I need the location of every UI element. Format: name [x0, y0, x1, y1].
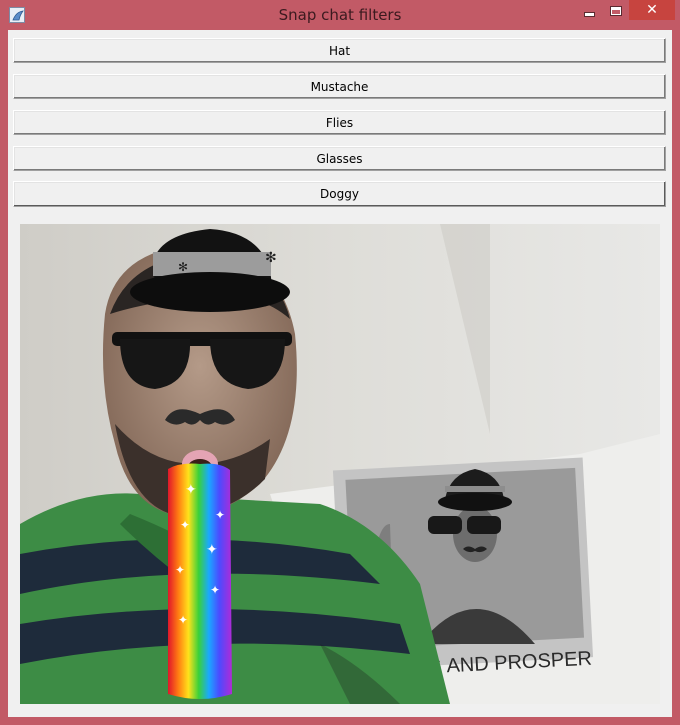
rainbow-filter: ✦ ✦ ✦ ✦ ✦ ✦ ✦	[168, 463, 232, 699]
hat-button[interactable]: Hat	[13, 38, 666, 63]
svg-text:✦: ✦	[178, 613, 188, 627]
flies-button[interactable]: Flies	[13, 110, 666, 135]
glasses-button[interactable]: Glasses	[13, 146, 666, 171]
client-area: Hat Mustache Flies Glasses Doggy NG AND …	[8, 30, 672, 717]
app-window: Snap chat filters ✕ Hat Mustache Flies G…	[0, 0, 680, 725]
mustache-button[interactable]: Mustache	[13, 74, 666, 99]
maximize-icon	[611, 7, 621, 15]
camera-feed: NG AND PROSPER ✻ ✻ ✦ ✦ ✦ ✦ ✦ ✦ ✦	[20, 224, 660, 704]
minimize-icon	[584, 12, 594, 16]
maximize-button[interactable]	[603, 0, 629, 22]
svg-text:✻: ✻	[178, 260, 188, 274]
svg-text:✦: ✦	[215, 508, 225, 522]
close-icon: ✕	[646, 2, 658, 18]
svg-text:✻: ✻	[265, 250, 277, 266]
svg-text:✦: ✦	[175, 563, 185, 577]
camera-frame: NG AND PROSPER ✻ ✻ ✦ ✦ ✦ ✦ ✦ ✦ ✦	[20, 224, 660, 704]
svg-text:✦: ✦	[206, 542, 218, 558]
doggy-button[interactable]: Doggy	[13, 181, 666, 207]
svg-text:✦: ✦	[210, 583, 220, 597]
title-bar[interactable]: Snap chat filters ✕	[0, 0, 680, 30]
close-button[interactable]: ✕	[629, 0, 675, 20]
svg-text:✦: ✦	[185, 482, 197, 498]
svg-text:✦: ✦	[180, 518, 190, 532]
minimize-button[interactable]	[575, 0, 603, 22]
